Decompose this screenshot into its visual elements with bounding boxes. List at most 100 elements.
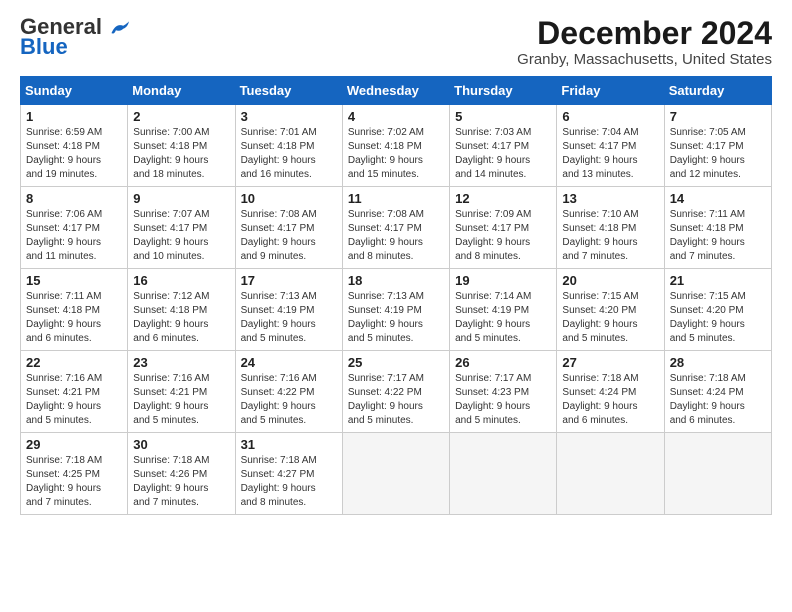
day-info: Sunrise: 7:11 AM Sunset: 4:18 PM Dayligh… xyxy=(670,208,766,264)
day-number: 29 xyxy=(26,437,122,452)
calendar-cell: 12Sunrise: 7:09 AM Sunset: 4:17 PM Dayli… xyxy=(450,187,557,269)
day-number: 18 xyxy=(348,273,444,288)
weekday-header-wednesday: Wednesday xyxy=(342,77,449,105)
day-info: Sunrise: 7:17 AM Sunset: 4:22 PM Dayligh… xyxy=(348,372,444,428)
day-info: Sunrise: 7:09 AM Sunset: 4:17 PM Dayligh… xyxy=(455,208,551,264)
weekday-header-thursday: Thursday xyxy=(450,77,557,105)
calendar-cell: 24 Sunrise: 7:16 AM Sunset: 4:22 PM Dayli… xyxy=(235,351,342,433)
day-number: 21 xyxy=(670,273,766,288)
day-info: Sunrise: 7:13 AM Sunset: 4:19 PM Dayligh… xyxy=(241,290,337,346)
day-info: Sunrise: 7:07 AM Sunset: 4:17 PM Dayligh… xyxy=(133,208,229,264)
day-number: 8 xyxy=(26,191,122,206)
day-info: Sunrise: 7:15 AM Sunset: 4:20 PM Dayligh… xyxy=(670,290,766,346)
day-number: 3 xyxy=(241,109,337,124)
calendar-cell: 14 Sunrise: 7:11 AM Sunset: 4:18 PM Dayli… xyxy=(664,187,771,269)
calendar-cell: 1Sunrise: 6:59 AM Sunset: 4:18 PM Daylig… xyxy=(21,105,128,187)
calendar-week-row: 29 Sunrise: 7:18 AM Sunset: 4:25 PM Dayli… xyxy=(21,433,772,515)
calendar-cell: 20 Sunrise: 7:15 AM Sunset: 4:20 PM Dayli… xyxy=(557,269,664,351)
day-info: Sunrise: 7:17 AM Sunset: 4:23 PM Dayligh… xyxy=(455,372,551,428)
day-number: 25 xyxy=(348,355,444,370)
calendar-header: SundayMondayTuesdayWednesdayThursdayFrid… xyxy=(21,77,772,105)
logo: General Blue xyxy=(20,16,132,58)
day-number: 20 xyxy=(562,273,658,288)
day-info: Sunrise: 7:05 AM Sunset: 4:17 PM Dayligh… xyxy=(670,126,766,182)
day-number: 23 xyxy=(133,355,229,370)
day-info: Sunrise: 7:18 AM Sunset: 4:24 PM Dayligh… xyxy=(670,372,766,428)
calendar-cell: 28Sunrise: 7:18 AM Sunset: 4:24 PM Dayli… xyxy=(664,351,771,433)
calendar-cell: 13 Sunrise: 7:10 AM Sunset: 4:18 PM Dayli… xyxy=(557,187,664,269)
day-info: Sunrise: 7:08 AM Sunset: 4:17 PM Dayligh… xyxy=(241,208,337,264)
day-info: Sunrise: 7:08 AM Sunset: 4:17 PM Dayligh… xyxy=(348,208,444,264)
calendar-cell: 6Sunrise: 7:04 AM Sunset: 4:17 PM Daylig… xyxy=(557,105,664,187)
day-number: 19 xyxy=(455,273,551,288)
day-info: Sunrise: 7:10 AM Sunset: 4:18 PM Dayligh… xyxy=(562,208,658,264)
day-info: Sunrise: 7:06 AM Sunset: 4:17 PM Dayligh… xyxy=(26,208,122,264)
calendar-cell xyxy=(664,433,771,515)
calendar-cell: 26Sunrise: 7:17 AM Sunset: 4:23 PM Dayli… xyxy=(450,351,557,433)
calendar-cell: 3 Sunrise: 7:01 AM Sunset: 4:18 PM Daylig… xyxy=(235,105,342,187)
calendar-cell xyxy=(450,433,557,515)
day-info: Sunrise: 7:00 AM Sunset: 4:18 PM Dayligh… xyxy=(133,126,229,182)
calendar-cell: 16Sunrise: 7:12 AM Sunset: 4:18 PM Dayli… xyxy=(128,269,235,351)
day-info: Sunrise: 7:18 AM Sunset: 4:25 PM Dayligh… xyxy=(26,454,122,510)
calendar-cell: 17 Sunrise: 7:13 AM Sunset: 4:19 PM Dayli… xyxy=(235,269,342,351)
day-number: 17 xyxy=(241,273,337,288)
day-info: Sunrise: 7:15 AM Sunset: 4:20 PM Dayligh… xyxy=(562,290,658,346)
page-header: General Blue December 2024 Granby, Massa… xyxy=(20,16,772,68)
day-info: Sunrise: 7:18 AM Sunset: 4:24 PM Dayligh… xyxy=(562,372,658,428)
day-number: 7 xyxy=(670,109,766,124)
day-number: 15 xyxy=(26,273,122,288)
calendar-cell: 9 Sunrise: 7:07 AM Sunset: 4:17 PM Daylig… xyxy=(128,187,235,269)
calendar-cell: 5 Sunrise: 7:03 AM Sunset: 4:17 PM Daylig… xyxy=(450,105,557,187)
day-info: Sunrise: 7:16 AM Sunset: 4:21 PM Dayligh… xyxy=(26,372,122,428)
day-number: 11 xyxy=(348,191,444,206)
calendar-week-row: 8 Sunrise: 7:06 AM Sunset: 4:17 PM Daylig… xyxy=(21,187,772,269)
day-info: Sunrise: 7:13 AM Sunset: 4:19 PM Dayligh… xyxy=(348,290,444,346)
calendar-cell: 21 Sunrise: 7:15 AM Sunset: 4:20 PM Dayli… xyxy=(664,269,771,351)
calendar-body: 1Sunrise: 6:59 AM Sunset: 4:18 PM Daylig… xyxy=(21,105,772,515)
calendar-cell: 15 Sunrise: 7:11 AM Sunset: 4:18 PM Dayli… xyxy=(21,269,128,351)
day-info: Sunrise: 7:11 AM Sunset: 4:18 PM Dayligh… xyxy=(26,290,122,346)
day-info: Sunrise: 7:02 AM Sunset: 4:18 PM Dayligh… xyxy=(348,126,444,182)
month-title: December 2024 xyxy=(517,16,772,51)
calendar-cell: 7 Sunrise: 7:05 AM Sunset: 4:17 PM Daylig… xyxy=(664,105,771,187)
weekday-header-friday: Friday xyxy=(557,77,664,105)
title-block: December 2024 Granby, Massachusetts, Uni… xyxy=(517,16,772,68)
calendar-cell: 2Sunrise: 7:00 AM Sunset: 4:18 PM Daylig… xyxy=(128,105,235,187)
calendar-cell: 29 Sunrise: 7:18 AM Sunset: 4:25 PM Dayli… xyxy=(21,433,128,515)
weekday-header-saturday: Saturday xyxy=(664,77,771,105)
calendar-cell: 25 Sunrise: 7:17 AM Sunset: 4:22 PM Dayli… xyxy=(342,351,449,433)
day-number: 30 xyxy=(133,437,229,452)
calendar-cell: 19 Sunrise: 7:14 AM Sunset: 4:19 PM Dayli… xyxy=(450,269,557,351)
calendar-week-row: 15 Sunrise: 7:11 AM Sunset: 4:18 PM Dayli… xyxy=(21,269,772,351)
day-number: 22 xyxy=(26,355,122,370)
weekday-header-row: SundayMondayTuesdayWednesdayThursdayFrid… xyxy=(21,77,772,105)
calendar-cell: 18 Sunrise: 7:13 AM Sunset: 4:19 PM Dayli… xyxy=(342,269,449,351)
calendar-cell: 11 Sunrise: 7:08 AM Sunset: 4:17 PM Dayli… xyxy=(342,187,449,269)
calendar-cell: 4Sunrise: 7:02 AM Sunset: 4:18 PM Daylig… xyxy=(342,105,449,187)
day-number: 27 xyxy=(562,355,658,370)
day-number: 9 xyxy=(133,191,229,206)
calendar-cell: 10Sunrise: 7:08 AM Sunset: 4:17 PM Dayli… xyxy=(235,187,342,269)
day-number: 1 xyxy=(26,109,122,124)
calendar-table: SundayMondayTuesdayWednesdayThursdayFrid… xyxy=(20,76,772,515)
day-info: Sunrise: 7:14 AM Sunset: 4:19 PM Dayligh… xyxy=(455,290,551,346)
day-number: 16 xyxy=(133,273,229,288)
day-info: Sunrise: 7:16 AM Sunset: 4:22 PM Dayligh… xyxy=(241,372,337,428)
day-number: 14 xyxy=(670,191,766,206)
calendar-cell: 27 Sunrise: 7:18 AM Sunset: 4:24 PM Dayli… xyxy=(557,351,664,433)
day-info: Sunrise: 7:16 AM Sunset: 4:21 PM Dayligh… xyxy=(133,372,229,428)
calendar-week-row: 1Sunrise: 6:59 AM Sunset: 4:18 PM Daylig… xyxy=(21,105,772,187)
calendar-cell: 22 Sunrise: 7:16 AM Sunset: 4:21 PM Dayli… xyxy=(21,351,128,433)
day-info: Sunrise: 7:01 AM Sunset: 4:18 PM Dayligh… xyxy=(241,126,337,182)
day-info: Sunrise: 7:18 AM Sunset: 4:27 PM Dayligh… xyxy=(241,454,337,510)
calendar-cell: 8 Sunrise: 7:06 AM Sunset: 4:17 PM Daylig… xyxy=(21,187,128,269)
day-number: 13 xyxy=(562,191,658,206)
day-info: Sunrise: 7:03 AM Sunset: 4:17 PM Dayligh… xyxy=(455,126,551,182)
calendar-cell xyxy=(342,433,449,515)
weekday-header-tuesday: Tuesday xyxy=(235,77,342,105)
day-number: 24 xyxy=(241,355,337,370)
day-info: Sunrise: 7:18 AM Sunset: 4:26 PM Dayligh… xyxy=(133,454,229,510)
day-number: 31 xyxy=(241,437,337,452)
day-number: 5 xyxy=(455,109,551,124)
